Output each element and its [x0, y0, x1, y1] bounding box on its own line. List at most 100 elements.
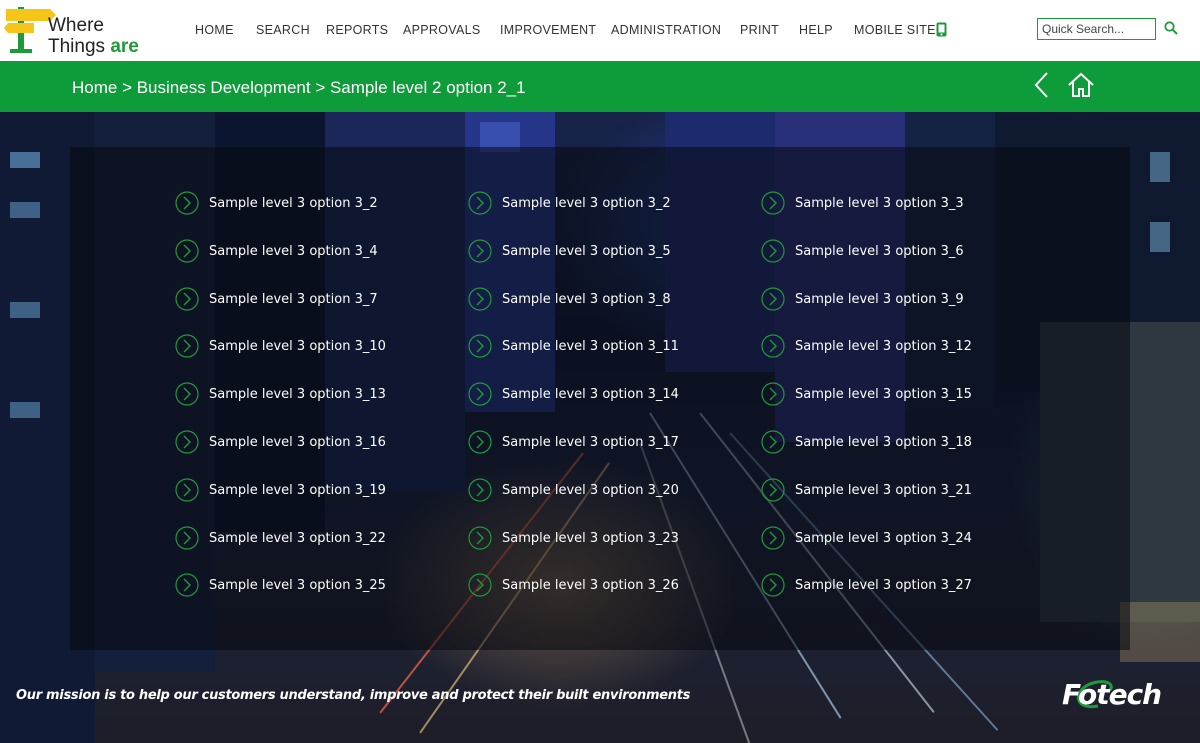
option-link[interactable]: Sample level 3 option 3_6: [761, 238, 964, 264]
option-label: Sample level 3 option 3_10: [209, 338, 386, 354]
option-label: Sample level 3 option 3_22: [209, 530, 386, 546]
circle-arrow-right-icon: [468, 334, 492, 358]
option-link[interactable]: Sample level 3 option 3_9: [761, 286, 964, 312]
option-label: Sample level 3 option 3_12: [795, 338, 972, 354]
option-label: Sample level 3 option 3_6: [795, 243, 964, 259]
mobile-phone-icon[interactable]: [936, 22, 947, 37]
option-label: Sample level 3 option 3_24: [795, 530, 972, 546]
circle-arrow-right-icon: [761, 573, 785, 597]
option-label: Sample level 3 option 3_17: [502, 434, 679, 450]
circle-arrow-right-icon: [175, 239, 199, 263]
option-link[interactable]: Sample level 3 option 3_27: [761, 572, 972, 598]
option-label: Sample level 3 option 3_5: [502, 243, 671, 259]
option-link[interactable]: Sample level 3 option 3_5: [468, 238, 671, 264]
nav-home[interactable]: HOME: [195, 23, 234, 37]
option-link[interactable]: Sample level 3 option 3_14: [468, 381, 679, 407]
option-label: Sample level 3 option 3_2: [502, 195, 671, 211]
circle-arrow-right-icon: [175, 430, 199, 454]
option-label: Sample level 3 option 3_25: [209, 577, 386, 593]
option-link[interactable]: Sample level 3 option 3_7: [175, 286, 378, 312]
circle-arrow-right-icon: [468, 573, 492, 597]
circle-arrow-right-icon: [175, 334, 199, 358]
nav-mobile-site[interactable]: MOBILE SITE: [854, 23, 936, 37]
option-label: Sample level 3 option 3_21: [795, 482, 972, 498]
nav-help[interactable]: HELP: [799, 23, 833, 37]
option-label: Sample level 3 option 3_3: [795, 195, 964, 211]
option-link[interactable]: Sample level 3 option 3_17: [468, 429, 679, 455]
where-things-are-logo[interactable]: Where Things are: [4, 3, 154, 57]
option-link[interactable]: Sample level 3 option 3_19: [175, 477, 386, 503]
option-link[interactable]: Sample level 3 option 3_22: [175, 525, 386, 551]
circle-arrow-right-icon: [761, 191, 785, 215]
circle-arrow-right-icon: [175, 287, 199, 311]
option-link[interactable]: Sample level 3 option 3_23: [468, 525, 679, 551]
logo-line2-accent: are: [110, 36, 139, 57]
home-icon[interactable]: [1067, 71, 1095, 99]
option-link[interactable]: Sample level 3 option 3_8: [468, 286, 671, 312]
option-link[interactable]: Sample level 3 option 3_4: [175, 238, 378, 264]
nav-print[interactable]: PRINT: [740, 23, 779, 37]
option-label: Sample level 3 option 3_26: [502, 577, 679, 593]
chevron-left-icon[interactable]: [1032, 71, 1052, 99]
option-label: Sample level 3 option 3_16: [209, 434, 386, 450]
option-link[interactable]: Sample level 3 option 3_2: [468, 190, 671, 216]
option-link[interactable]: Sample level 3 option 3_15: [761, 381, 972, 407]
quick-search-input[interactable]: [1037, 18, 1156, 40]
circle-arrow-right-icon: [761, 526, 785, 550]
circle-arrow-right-icon: [468, 287, 492, 311]
circle-arrow-right-icon: [175, 526, 199, 550]
circle-arrow-right-icon: [175, 478, 199, 502]
option-label: Sample level 3 option 3_18: [795, 434, 972, 450]
nav-search[interactable]: SEARCH: [256, 23, 310, 37]
circle-arrow-right-icon: [761, 334, 785, 358]
option-link[interactable]: Sample level 3 option 3_3: [761, 190, 964, 216]
option-link[interactable]: Sample level 3 option 3_12: [761, 333, 972, 359]
nav-approvals[interactable]: APPROVALS: [403, 23, 481, 37]
option-label: Sample level 3 option 3_8: [502, 291, 671, 307]
circle-arrow-right-icon: [468, 191, 492, 215]
nav-reports[interactable]: REPORTS: [326, 23, 388, 37]
circle-arrow-right-icon: [761, 239, 785, 263]
option-label: Sample level 3 option 3_11: [502, 338, 679, 354]
circle-arrow-right-icon: [175, 191, 199, 215]
option-label: Sample level 3 option 3_20: [502, 482, 679, 498]
option-link[interactable]: Sample level 3 option 3_21: [761, 477, 972, 503]
circle-arrow-right-icon: [468, 239, 492, 263]
search-icon[interactable]: [1164, 21, 1178, 35]
option-link[interactable]: Sample level 3 option 3_11: [468, 333, 679, 359]
option-label: Sample level 3 option 3_14: [502, 386, 679, 402]
logo-line2: Things are: [48, 36, 139, 57]
circle-arrow-right-icon: [468, 526, 492, 550]
option-link[interactable]: Sample level 3 option 3_10: [175, 333, 386, 359]
circle-arrow-right-icon: [468, 430, 492, 454]
circle-arrow-right-icon: [175, 382, 199, 406]
logo-text: Where Things are: [48, 15, 139, 57]
option-link[interactable]: Sample level 3 option 3_25: [175, 572, 386, 598]
circle-arrow-right-icon: [761, 382, 785, 406]
circle-arrow-right-icon: [468, 382, 492, 406]
option-link[interactable]: Sample level 3 option 3_26: [468, 572, 679, 598]
option-label: Sample level 3 option 3_9: [795, 291, 964, 307]
option-link[interactable]: Sample level 3 option 3_16: [175, 429, 386, 455]
nav-improvement[interactable]: IMPROVEMENT: [500, 23, 596, 37]
nav-administration[interactable]: ADMINISTRATION: [611, 23, 721, 37]
top-bar: Where Things are HOME SEARCH REPORTS APP…: [0, 0, 1200, 61]
option-label: Sample level 3 option 3_2: [209, 195, 378, 211]
option-label: Sample level 3 option 3_13: [209, 386, 386, 402]
breadcrumb[interactable]: Home > Business Development > Sample lev…: [72, 78, 526, 98]
circle-arrow-right-icon: [761, 287, 785, 311]
option-link[interactable]: Sample level 3 option 3_18: [761, 429, 972, 455]
circle-arrow-right-icon: [761, 430, 785, 454]
option-label: Sample level 3 option 3_23: [502, 530, 679, 546]
option-label: Sample level 3 option 3_7: [209, 291, 378, 307]
circle-arrow-right-icon: [468, 478, 492, 502]
option-label: Sample level 3 option 3_4: [209, 243, 378, 259]
mission-statement: Our mission is to help our customers und…: [16, 688, 691, 703]
option-link[interactable]: Sample level 3 option 3_2: [175, 190, 378, 216]
fotech-brand: Fotech: [1062, 678, 1162, 711]
option-label: Sample level 3 option 3_15: [795, 386, 972, 402]
option-link[interactable]: Sample level 3 option 3_24: [761, 525, 972, 551]
logo-line2-text: Things: [48, 36, 111, 57]
option-link[interactable]: Sample level 3 option 3_20: [468, 477, 679, 503]
option-link[interactable]: Sample level 3 option 3_13: [175, 381, 386, 407]
